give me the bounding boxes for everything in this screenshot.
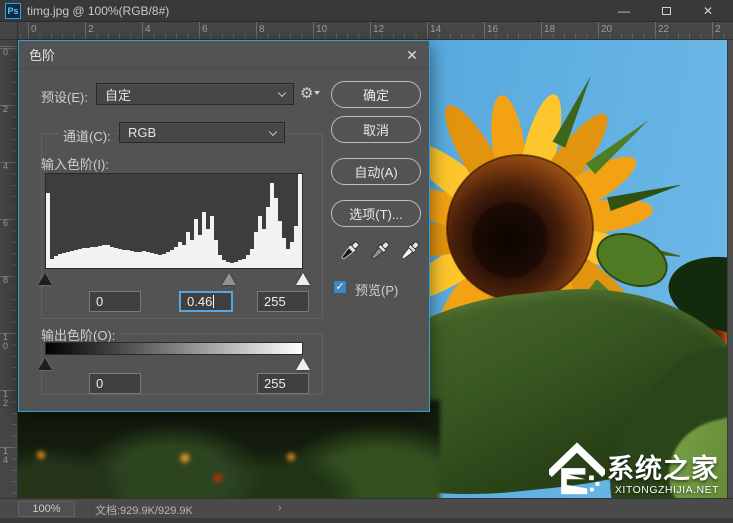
preview-checkbox[interactable]: ✓	[333, 280, 347, 294]
levels-dialog: 色阶 ✕ 预设(E): 自定 ⚙ 确定 取消 自动(A) 选项(T)... ✓ …	[18, 40, 430, 412]
input-gamma-slider[interactable]	[222, 273, 236, 285]
output-gradient-bar	[45, 342, 303, 355]
preview-label: 预览(P)	[355, 283, 399, 298]
chevron-down-icon	[277, 88, 287, 98]
status-bar: 100% 文档:929.9K/929.9K ›	[0, 498, 733, 518]
output-shadow-field[interactable]: 0	[89, 373, 141, 394]
input-shadow-slider[interactable]	[38, 273, 52, 285]
foreground-foliage	[18, 400, 440, 498]
maximize-button[interactable]	[645, 0, 687, 22]
vertical-ruler: 024681 01 21 4	[0, 40, 18, 498]
document-size-info: 文档:929.9K/929.9K	[95, 505, 193, 517]
titlebar[interactable]: Ps timg.jpg @ 100%(RGB/8#) — ✕	[0, 0, 733, 22]
horizontal-ruler: 0 2 4 6 8 10 12 14 16 18 20 22 2	[18, 22, 733, 40]
gray-point-eyedropper-icon[interactable]	[365, 239, 391, 267]
white-point-eyedropper-icon[interactable]	[395, 239, 421, 267]
window-frame-right	[727, 40, 733, 498]
watermark-domain: XITONGZHIJIA.NET	[614, 484, 719, 496]
dialog-close-button[interactable]: ✕	[401, 45, 423, 65]
preset-dropdown[interactable]: 自定	[96, 83, 294, 105]
input-gamma-value: 0.46	[187, 294, 213, 309]
output-shadow-value: 0	[96, 376, 104, 391]
input-highlight-slider[interactable]	[296, 273, 310, 285]
output-shadow-slider[interactable]	[38, 358, 52, 370]
levels-histogram	[45, 173, 303, 269]
channel-label: 通道(C):	[59, 126, 115, 145]
chevron-down-icon	[268, 127, 278, 136]
ruler-origin	[0, 22, 18, 40]
preset-options-gear-button[interactable]: ⚙	[300, 84, 321, 104]
close-button[interactable]: ✕	[687, 0, 729, 22]
channel-dropdown[interactable]: RGB	[119, 122, 285, 143]
window-frame-bottom	[0, 518, 733, 523]
input-highlight-value: 255	[264, 294, 286, 309]
input-levels-label: 输入色阶(I):	[41, 157, 109, 172]
output-highlight-slider[interactable]	[296, 358, 310, 370]
watermark: 系统之家 XITONGZHIJIA.NET	[549, 442, 719, 496]
minimize-button[interactable]: —	[603, 0, 645, 22]
preset-label: 预设(E):	[41, 90, 88, 105]
input-shadow-field[interactable]: 0	[89, 291, 141, 312]
watermark-title: 系统之家	[607, 454, 719, 484]
channel-value: RGB	[128, 125, 157, 140]
document-title: timg.jpg @ 100%(RGB/8#)	[27, 3, 170, 18]
input-gamma-field[interactable]: 0.46	[179, 291, 233, 312]
xitongzhijia-logo-icon	[549, 442, 605, 495]
dialog-titlebar[interactable]: 色阶	[19, 41, 429, 69]
output-highlight-value: 255	[264, 376, 286, 391]
zoom-level-field[interactable]: 100%	[18, 501, 75, 517]
auto-button[interactable]: 自动(A)	[331, 158, 421, 185]
dialog-title: 色阶	[29, 48, 56, 63]
ok-button[interactable]: 确定	[331, 81, 421, 108]
photoshop-window: Ps timg.jpg @ 100%(RGB/8#) — ✕ 0 2 4 6 8 10 12…	[0, 0, 733, 523]
output-highlight-field[interactable]: 255	[257, 373, 309, 394]
input-shadow-value: 0	[96, 294, 104, 309]
photoshop-logo-icon: Ps	[5, 2, 21, 19]
maximize-icon	[661, 7, 671, 15]
preset-value: 自定	[105, 87, 132, 103]
status-chevron-icon[interactable]: ›	[278, 502, 282, 514]
cancel-button[interactable]: 取消	[331, 116, 421, 143]
input-highlight-field[interactable]: 255	[257, 291, 309, 312]
text-caret	[213, 295, 215, 308]
black-point-eyedropper-icon[interactable]	[335, 239, 361, 267]
options-button[interactable]: 选项(T)...	[331, 200, 421, 227]
gear-icon: ⚙	[300, 85, 314, 102]
